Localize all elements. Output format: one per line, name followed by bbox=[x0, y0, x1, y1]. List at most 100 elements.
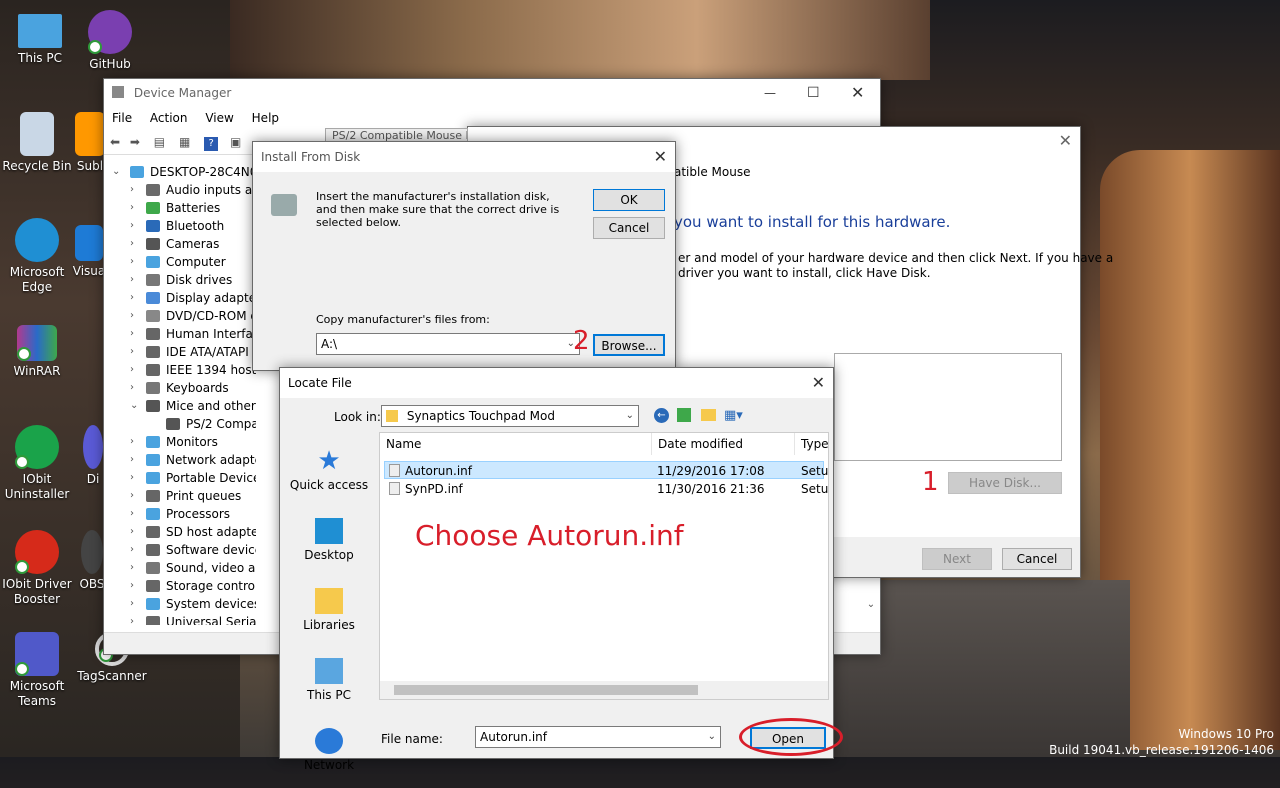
tree-root[interactable]: ⌄ DESKTOP-28C4N0I bbox=[106, 163, 261, 181]
chevron-right-icon[interactable]: › bbox=[130, 505, 134, 523]
close-button[interactable]: ✕ bbox=[851, 79, 864, 107]
chevron-right-icon[interactable]: › bbox=[130, 469, 134, 487]
chevron-right-icon[interactable]: › bbox=[130, 433, 134, 451]
device-category-item[interactable]: › Portable Devices bbox=[106, 469, 256, 487]
help-icon[interactable]: ? bbox=[204, 137, 219, 151]
desktop-icon-this-pc[interactable]: This PC bbox=[0, 10, 80, 66]
device-category-item[interactable]: › Cameras bbox=[106, 235, 256, 253]
device-category-item[interactable]: › Processors bbox=[106, 505, 256, 523]
desktop-icon-winrar[interactable]: WinRAR bbox=[0, 325, 77, 379]
device-category-item[interactable]: › Batteries bbox=[106, 199, 256, 217]
desktop-icon-recycle-bin[interactable]: Recycle Bin bbox=[0, 112, 77, 174]
device-category-item[interactable]: › Computer bbox=[106, 253, 256, 271]
chevron-right-icon[interactable]: › bbox=[130, 595, 134, 613]
device-category-item[interactable]: › Network adapters bbox=[106, 451, 256, 469]
device-category-item[interactable]: › Bluetooth bbox=[106, 217, 256, 235]
chevron-right-icon[interactable]: › bbox=[130, 541, 134, 559]
maximize-button[interactable]: ☐ bbox=[807, 79, 820, 107]
chevron-right-icon[interactable]: › bbox=[130, 613, 134, 625]
column-name[interactable]: Name bbox=[380, 433, 650, 455]
device-category-item[interactable]: ⌄ Mice and other point bbox=[106, 397, 256, 415]
new-folder-icon[interactable] bbox=[701, 409, 716, 421]
have-disk-button[interactable]: Have Disk... bbox=[948, 472, 1062, 494]
menu-view[interactable]: View bbox=[205, 111, 233, 125]
column-date-modified[interactable]: Date modified bbox=[651, 433, 793, 455]
chevron-right-icon[interactable]: › bbox=[130, 361, 134, 379]
up-folder-icon[interactable] bbox=[677, 408, 691, 422]
place-libraries[interactable]: Libraries bbox=[280, 588, 378, 648]
place-desktop[interactable]: Desktop bbox=[280, 518, 378, 578]
horizontal-scrollbar[interactable] bbox=[380, 681, 828, 699]
device-category-item[interactable]: › IDE ATA/ATAPI c bbox=[106, 343, 256, 361]
menu-action[interactable]: Action bbox=[150, 111, 188, 125]
file-list[interactable]: Name Date modified Type Autorun.inf 11/2… bbox=[379, 432, 829, 700]
chevron-right-icon[interactable]: › bbox=[130, 451, 134, 469]
desktop-icon-iobit-uninstaller[interactable]: IObit Uninstaller bbox=[0, 425, 77, 502]
chevron-right-icon[interactable]: › bbox=[130, 325, 134, 343]
device-category-item[interactable]: › System devices bbox=[106, 595, 256, 613]
chevron-right-icon[interactable]: › bbox=[130, 289, 134, 307]
chevron-right-icon[interactable]: › bbox=[130, 343, 134, 361]
wizard-cancel-button[interactable]: Cancel bbox=[1002, 548, 1072, 570]
menu-help[interactable]: Help bbox=[252, 111, 279, 125]
properties-icon[interactable]: ▤ bbox=[154, 135, 165, 149]
device-category-item[interactable]: › Disk drives bbox=[106, 271, 256, 289]
device-category-item[interactable]: › Audio inputs and bbox=[106, 181, 256, 199]
chevron-right-icon[interactable]: › bbox=[130, 199, 134, 217]
chevron-right-icon[interactable]: › bbox=[130, 217, 134, 235]
scrollbar-thumb[interactable] bbox=[394, 685, 698, 695]
chevron-right-icon[interactable]: › bbox=[130, 181, 134, 199]
file-row-autorun[interactable]: Autorun.inf 11/29/2016 17:08 Setup bbox=[384, 461, 828, 479]
file-row-synpd[interactable]: SynPD.inf 11/30/2016 21:36 Setup bbox=[384, 480, 828, 498]
chevron-right-icon[interactable]: › bbox=[130, 523, 134, 541]
dialog-close-button[interactable]: ✕ bbox=[812, 368, 825, 398]
back-icon[interactable]: ← bbox=[654, 408, 669, 423]
ok-button[interactable]: OK bbox=[593, 189, 665, 211]
place-quick-access[interactable]: ★ Quick access bbox=[280, 448, 378, 508]
chevron-right-icon[interactable]: › bbox=[130, 271, 134, 289]
desktop-icon-driver-booster[interactable]: IObit Driver Booster bbox=[0, 530, 77, 607]
desktop-icon-edge[interactable]: Microsoft Edge bbox=[0, 218, 77, 295]
chevron-right-icon[interactable]: › bbox=[130, 487, 134, 505]
device-category-item[interactable]: › Keyboards bbox=[106, 379, 256, 397]
desktop-icon-vscode[interactable]: Visua bbox=[72, 225, 106, 279]
device-category-item[interactable]: › Human Interface bbox=[106, 325, 256, 343]
place-this-pc[interactable]: This PC bbox=[280, 658, 378, 718]
desktop-icon-github[interactable]: GitHub Desktop bbox=[70, 10, 150, 72]
device-category-item[interactable]: › SD host adapters bbox=[106, 523, 256, 541]
filename-combobox[interactable]: Autorun.inf ⌄ bbox=[475, 726, 721, 748]
device-category-item[interactable]: › Monitors bbox=[106, 433, 256, 451]
device-icon[interactable]: ▣ bbox=[230, 135, 241, 149]
minimize-button[interactable]: — bbox=[764, 79, 776, 107]
device-category-item[interactable]: › IEEE 1394 host contro bbox=[106, 361, 256, 379]
wizard-model-list[interactable] bbox=[834, 353, 1062, 461]
chevron-right-icon[interactable]: › bbox=[130, 253, 134, 271]
chevron-right-icon[interactable]: › bbox=[130, 379, 134, 397]
device-category-item[interactable]: › DVD/CD-ROM d bbox=[106, 307, 256, 325]
path-combobox[interactable]: A:\ ⌄ bbox=[316, 333, 580, 355]
look-in-combobox[interactable]: Synaptics Touchpad Mod ⌄ bbox=[381, 405, 639, 427]
next-button[interactable]: Next bbox=[922, 548, 992, 570]
forward-icon[interactable]: ➡ bbox=[130, 135, 140, 149]
device-category-item[interactable]: › Storage controllers bbox=[106, 577, 256, 595]
cancel-button[interactable]: Cancel bbox=[593, 217, 665, 239]
browse-button[interactable]: Browse... bbox=[593, 334, 665, 356]
chevron-right-icon[interactable]: › bbox=[130, 559, 134, 577]
place-network[interactable]: Network bbox=[280, 728, 378, 788]
device-category-item[interactable]: PS/2 Compatible bbox=[106, 415, 256, 433]
device-category-item[interactable]: › Display adapters bbox=[106, 289, 256, 307]
device-category-item[interactable]: › Sound, video and gar bbox=[106, 559, 256, 577]
list-icon[interactable]: ▦ bbox=[179, 135, 190, 149]
chevron-right-icon[interactable]: › bbox=[130, 307, 134, 325]
chevron-right-icon[interactable]: › bbox=[130, 577, 134, 595]
column-type[interactable]: Type bbox=[794, 433, 828, 455]
device-category-item[interactable]: › Print queues bbox=[106, 487, 256, 505]
menu-file[interactable]: File bbox=[112, 111, 132, 125]
wizard-close-button[interactable]: ✕ bbox=[1059, 131, 1072, 150]
desktop-icon-obs[interactable]: OBS bbox=[78, 530, 106, 592]
dialog-close-button[interactable]: ✕ bbox=[654, 142, 667, 172]
vertical-scrollbar[interactable]: ⌄ bbox=[862, 599, 880, 629]
chevron-down-icon[interactable]: ⌄ bbox=[130, 397, 138, 415]
chevron-right-icon[interactable]: › bbox=[130, 235, 134, 253]
back-icon[interactable]: ⬅ bbox=[110, 135, 120, 149]
